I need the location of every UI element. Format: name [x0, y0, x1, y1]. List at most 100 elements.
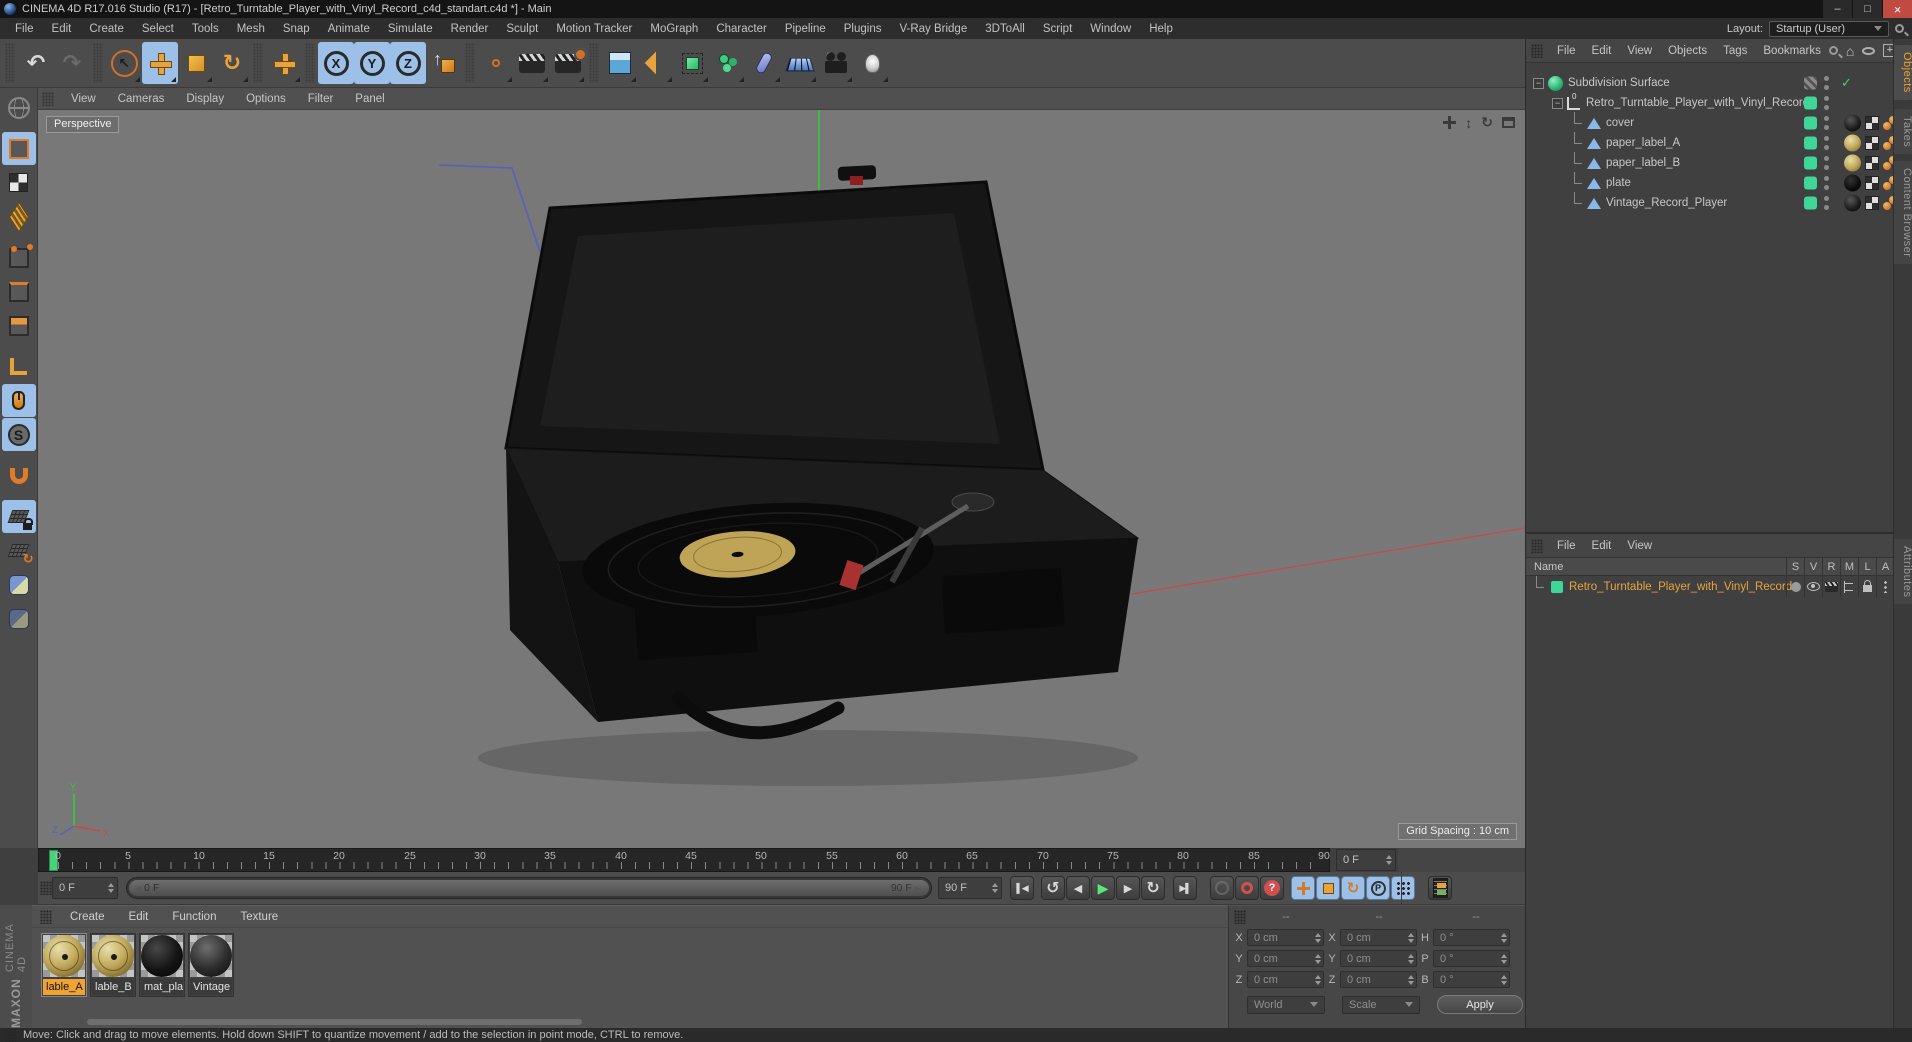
pos-z-field[interactable]: 0 cm [1247, 971, 1324, 988]
om-menu-tags[interactable]: Tags [1715, 45, 1755, 57]
object-name[interactable]: cover [1606, 117, 1634, 129]
search-icon[interactable] [1828, 46, 1838, 55]
material-vintage[interactable]: Vintage [188, 933, 234, 997]
panel-grip[interactable] [1531, 538, 1543, 553]
visibility-dots[interactable] [1824, 136, 1829, 150]
size-z-field[interactable]: 0 cm [1340, 971, 1417, 988]
material-tag[interactable] [1844, 134, 1861, 152]
subdivision-surface-button[interactable] [674, 42, 710, 84]
key-scale-toggle[interactable] [1316, 876, 1340, 900]
layer-toggle[interactable] [1804, 136, 1817, 150]
camera-label[interactable]: Perspective [46, 116, 120, 133]
transform-mode-dropdown[interactable]: Scale [1342, 995, 1420, 1014]
enable-axis-button[interactable] [2, 350, 36, 383]
vp-menu-options[interactable]: Options [235, 93, 297, 105]
tree-row-vintage-record-player[interactable]: Vintage_Record_Player [1526, 192, 1897, 213]
menu-create[interactable]: Create [80, 23, 133, 35]
menu-window[interactable]: Window [1081, 23, 1140, 35]
panel-grip[interactable] [1531, 43, 1543, 58]
texture-mode-button[interactable] [2, 166, 36, 199]
tree-row-retro-turntable[interactable]: 0 Retro_Turntable_Player_with_Vinyl_Reco… [1526, 92, 1894, 113]
enabled-check-icon[interactable] [1841, 75, 1852, 91]
maximize-button[interactable] [1853, 0, 1882, 18]
camera-button[interactable] [818, 42, 854, 84]
menu-mesh[interactable]: Mesh [228, 23, 274, 35]
tree-row-subdivision-surface[interactable]: Subdivision Surface [1526, 73, 1894, 93]
visibility-dots[interactable] [1824, 116, 1829, 130]
object-name[interactable]: plate [1606, 177, 1631, 189]
material-tag[interactable] [1844, 194, 1861, 212]
mat-menu-function[interactable]: Function [160, 911, 228, 923]
play-backwards-button[interactable] [1041, 876, 1065, 900]
layer-row[interactable]: Retro_Turntable_Player_with_Vinyl_Record [1526, 575, 1894, 597]
lm-menu-edit[interactable]: Edit [1584, 540, 1620, 552]
layout-dropdown[interactable]: Startup (User) [1769, 20, 1889, 37]
model-mode-button[interactable] [1, 132, 36, 165]
environment-button[interactable] [782, 42, 818, 84]
rotate-view-icon[interactable] [1481, 114, 1493, 131]
object-name[interactable]: paper_label_B [1606, 157, 1680, 169]
light-button[interactable] [854, 42, 890, 84]
play-loop-button[interactable] [1141, 876, 1165, 900]
panel-grip[interactable] [40, 909, 52, 924]
om-menu-bookmarks[interactable]: Bookmarks [1755, 45, 1829, 57]
animation-toggle[interactable] [1876, 576, 1894, 597]
magnet-snap-button[interactable] [2, 459, 36, 492]
tab-objects[interactable]: Objects [1894, 45, 1912, 100]
goto-start-button[interactable] [1010, 876, 1034, 900]
menu-character[interactable]: Character [707, 23, 776, 35]
add-spline-button[interactable] [638, 42, 674, 84]
pos-y-field[interactable]: 0 cm [1247, 950, 1324, 967]
toggle-view-icon[interactable] [1502, 117, 1515, 128]
uvw-tag[interactable] [1865, 196, 1879, 210]
material-tag[interactable] [1844, 154, 1861, 172]
material-lable-a[interactable]: lable_A [41, 933, 87, 997]
preview-range-slider[interactable]: 0 F 90 F [126, 877, 932, 899]
autokey-button[interactable] [1235, 876, 1259, 900]
menu-help[interactable]: Help [1140, 23, 1182, 35]
vp-menu-cameras[interactable]: Cameras [107, 93, 176, 105]
make-editable-button[interactable] [2, 91, 36, 124]
menu-render[interactable]: Render [442, 23, 498, 35]
menu-plugins[interactable]: Plugins [835, 23, 891, 35]
redo-button[interactable] [54, 42, 90, 84]
tab-content-browser[interactable]: Content Browser [1894, 161, 1912, 265]
key-parameter-toggle[interactable]: P [1366, 876, 1390, 900]
collapse-icon[interactable] [1533, 77, 1544, 89]
zoom-view-icon[interactable] [1465, 115, 1472, 131]
render-picture-viewer-button[interactable] [514, 42, 550, 84]
layer-toggle[interactable] [1804, 196, 1817, 210]
mat-menu-texture[interactable]: Texture [228, 911, 290, 923]
pos-x-field[interactable]: 0 cm [1247, 929, 1324, 946]
lock-y-axis-button[interactable]: Y [354, 42, 390, 84]
lock-toggle[interactable] [1858, 576, 1876, 597]
snap-button[interactable]: S [1, 418, 36, 451]
coordinate-space-dropdown[interactable]: World [1247, 995, 1325, 1014]
tree-row-paper-label-b[interactable]: paper_label_B [1526, 152, 1897, 173]
mat-menu-create[interactable]: Create [58, 911, 117, 923]
rotate-tool-button[interactable] [214, 42, 250, 84]
uvw-tag[interactable] [1865, 156, 1879, 170]
python-script-button-2[interactable] [2, 602, 36, 635]
search-icon[interactable] [1895, 24, 1904, 33]
visibility-dots[interactable] [1824, 156, 1829, 170]
layer-toggle[interactable] [1804, 116, 1817, 130]
visibility-dots[interactable] [1824, 96, 1829, 110]
menu-select[interactable]: Select [133, 23, 183, 35]
edges-mode-button[interactable] [2, 275, 36, 308]
vp-menu-panel[interactable]: Panel [344, 93, 395, 105]
record-keyframe-button[interactable] [1210, 876, 1234, 900]
panel-grip[interactable] [42, 91, 54, 106]
rot-b-field[interactable]: 0 ° [1433, 971, 1510, 988]
key-pla-toggle[interactable] [1391, 876, 1415, 900]
material-lable-b[interactable]: lable_B [90, 933, 136, 997]
lock-workplane-button[interactable] [1, 500, 36, 533]
end-frame-field[interactable]: 90 F [938, 877, 1002, 899]
object-name[interactable]: Vintage_Record_Player [1606, 197, 1727, 209]
object-name[interactable]: Retro_Turntable_Player_with_Vinyl_Record [1586, 97, 1809, 109]
layer-toggle[interactable] [1804, 76, 1817, 90]
uvw-tag[interactable] [1865, 136, 1879, 150]
render-settings-button[interactable] [550, 42, 587, 84]
tab-attributes[interactable]: Attributes [1894, 539, 1912, 605]
menu-file[interactable]: File [6, 23, 43, 35]
